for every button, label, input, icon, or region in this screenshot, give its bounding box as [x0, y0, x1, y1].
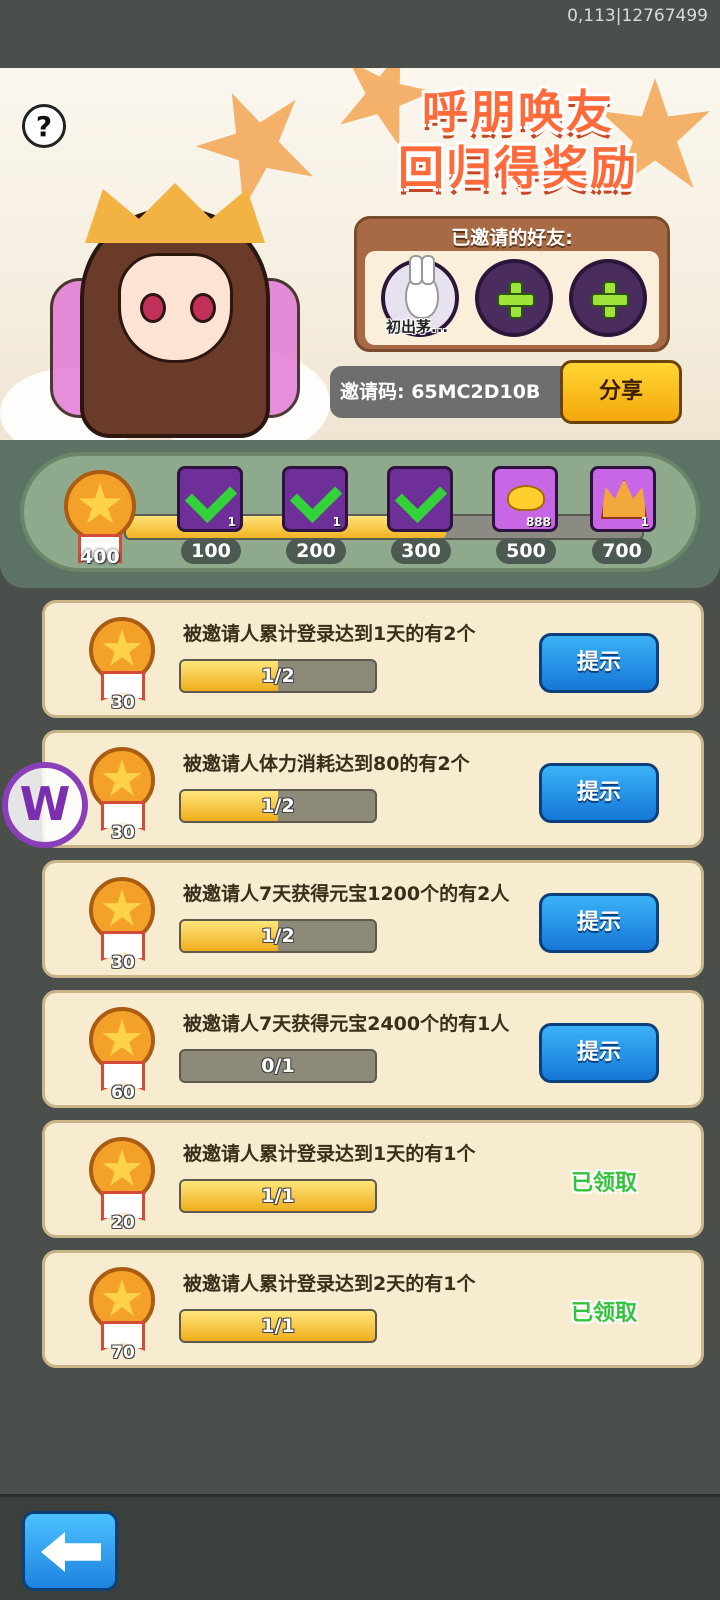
task-progress-bar: 1/1	[179, 1309, 377, 1343]
status-bar: 0,113|12767499	[0, 0, 720, 68]
milestone-reward-ingot[interactable]: 888	[492, 466, 558, 532]
task-progress-bar: 1/2	[179, 919, 377, 953]
task-description: 被邀请人累计登录达到1天的有1个	[183, 1143, 476, 1165]
claimed-status: 已领取	[570, 1171, 637, 1196]
task-progress-label: 1/1	[261, 1185, 295, 1207]
task-reward-points: 30	[111, 693, 135, 713]
crown-icon	[85, 183, 265, 243]
gold-ingot-icon	[507, 485, 545, 511]
task-progress-bar: 1/2	[179, 659, 377, 693]
bunny-avatar-icon	[405, 255, 439, 319]
task-progress-bar: 0/1	[179, 1049, 377, 1083]
task-row: 20 被邀请人累计登录达到1天的有1个 1/1 已领取	[42, 1120, 704, 1238]
task-progress-label: 0/1	[261, 1055, 295, 1077]
milestone-track: 400 1 100 1 200 300 888 500 1 700	[0, 440, 720, 588]
hint-button[interactable]: 提示	[539, 763, 659, 823]
milestone-reward-chest[interactable]: 1	[177, 466, 243, 532]
task-row: 30 被邀请人7天获得元宝1200个的有2人 1/2 提示	[42, 860, 704, 978]
task-description: 被邀请人体力消耗达到80的有2个	[183, 753, 470, 775]
bottom-bar	[0, 1494, 720, 1600]
task-progress-label: 1/2	[261, 795, 295, 817]
task-description: 被邀请人7天获得元宝2400个的有1人	[183, 1013, 510, 1035]
task-progress-bar: 1/1	[179, 1179, 377, 1213]
task-row: 70 被邀请人累计登录达到2天的有1个 1/1 已领取	[42, 1250, 704, 1368]
task-reward-points: 30	[111, 953, 135, 973]
milestone-label: 100	[181, 538, 241, 564]
floating-assistant-logo[interactable]: W	[2, 762, 88, 848]
crown-frame-icon	[601, 479, 647, 519]
event-title-line1: 呼朋唤友	[422, 85, 614, 139]
invite-code-display: 邀请码: 65MC2D10B	[330, 366, 562, 418]
hint-button[interactable]: 提示	[539, 1023, 659, 1083]
add-friend-slot[interactable]	[475, 259, 553, 337]
task-progress-bar: 1/2	[179, 789, 377, 823]
task-progress-label: 1/1	[261, 1315, 295, 1337]
share-button[interactable]: 分享	[560, 360, 682, 424]
task-description: 被邀请人累计登录达到2天的有1个	[183, 1273, 476, 1295]
task-progress-label: 1/2	[261, 925, 295, 947]
task-description: 被邀请人7天获得元宝1200个的有2人	[183, 883, 510, 905]
task-row: 30 被邀请人体力消耗达到80的有2个 1/2 提示	[42, 730, 704, 848]
back-button[interactable]	[22, 1511, 118, 1591]
task-row: 30 被邀请人累计登录达到1天的有2个 1/2 提示	[42, 600, 704, 718]
milestone-label: 300	[391, 538, 451, 564]
task-reward-points: 20	[111, 1213, 135, 1233]
check-icon	[394, 470, 448, 524]
plus-icon	[497, 281, 535, 319]
debug-id-text: 0,113|12767499	[567, 6, 708, 26]
hint-button[interactable]: 提示	[539, 633, 659, 693]
invited-friends-title: 已邀请的好友:	[451, 227, 573, 249]
milestone-label: 500	[496, 538, 556, 564]
task-reward-points: 30	[111, 823, 135, 843]
back-arrow-icon	[41, 1532, 101, 1572]
task-reward-points: 60	[111, 1083, 135, 1103]
star-medal-icon	[64, 470, 136, 542]
milestone-label: 200	[286, 538, 346, 564]
hero-character-portrait	[40, 128, 310, 438]
milestone-label: 700	[592, 538, 652, 564]
event-title-line2: 回归得奖励	[398, 141, 638, 195]
milestone-reward-frame[interactable]: 1	[590, 466, 656, 532]
task-list[interactable]: 30 被邀请人累计登录达到1天的有2个 1/2 提示 30 被邀请人体力消耗达到…	[0, 600, 720, 1380]
task-row: 60 被邀请人7天获得元宝2400个的有1人 0/1 提示	[42, 990, 704, 1108]
milestone-reward-chest[interactable]: 1	[282, 466, 348, 532]
event-title: 呼朋唤友 回归得奖励	[368, 84, 668, 196]
event-banner: ? 呼朋唤友 回归得奖励 已邀请的好友: 初出茅... 邀请码: 65MC2D1…	[0, 68, 720, 440]
plus-icon	[591, 281, 629, 319]
task-description: 被邀请人累计登录达到1天的有2个	[183, 623, 476, 645]
task-progress-label: 1/2	[261, 665, 295, 687]
friend-name-label: 初出茅...	[386, 318, 449, 336]
milestone-reward-hero[interactable]	[387, 466, 453, 532]
points-total: 400	[80, 546, 120, 568]
claimed-status: 已领取	[570, 1301, 637, 1326]
hint-button[interactable]: 提示	[539, 893, 659, 953]
task-reward-points: 70	[111, 1343, 135, 1363]
add-friend-slot[interactable]	[569, 259, 647, 337]
